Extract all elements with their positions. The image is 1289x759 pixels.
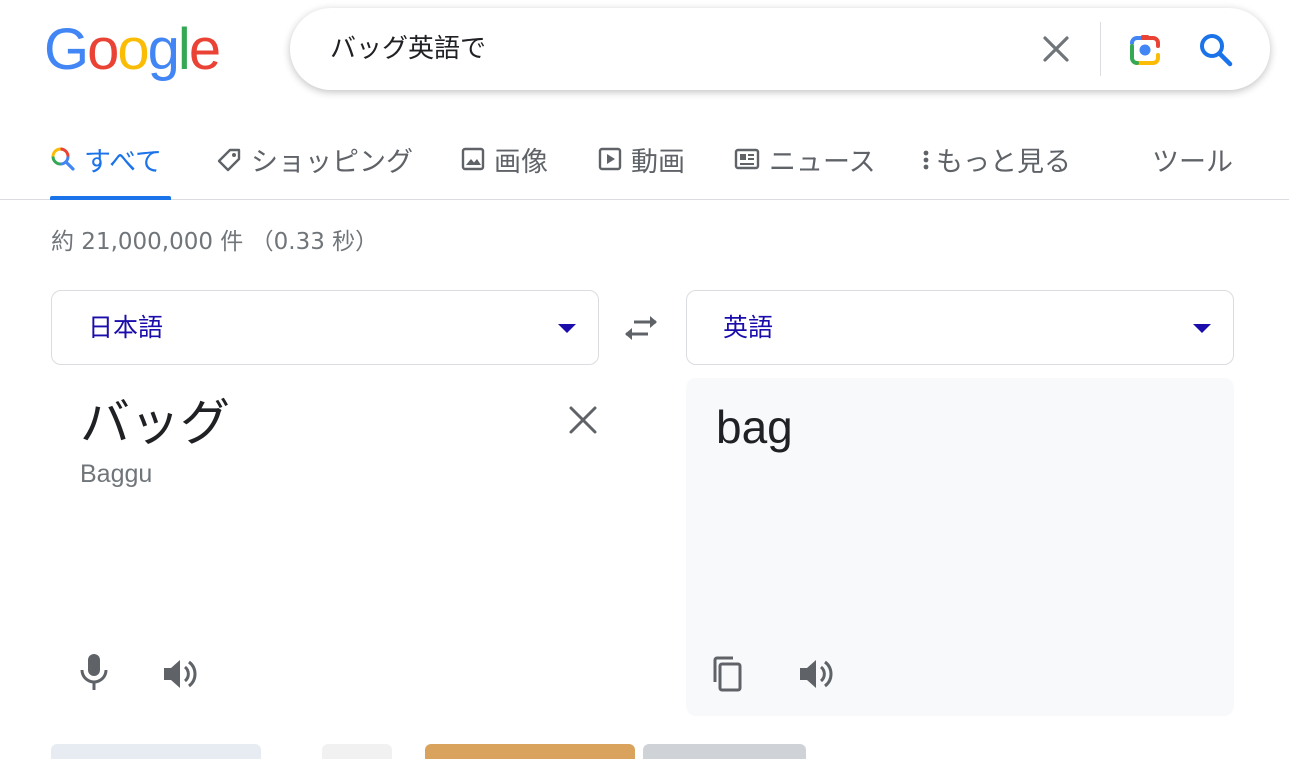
source-transliteration: Baggu (80, 460, 153, 488)
clear-search-button[interactable] (1036, 29, 1076, 69)
result-stats: 約 21,000,000 件 （0.33 秒） (51, 229, 379, 255)
close-icon (1043, 36, 1069, 62)
play-icon (598, 147, 622, 171)
logo-letter: G (44, 17, 89, 82)
logo-letter: l (177, 17, 191, 82)
image-icon (461, 147, 485, 171)
tab-shopping[interactable]: ショッピング (215, 130, 413, 200)
image-thumbnail[interactable] (322, 744, 392, 759)
speaker-icon (800, 660, 833, 688)
tab-label: 画像 (494, 147, 548, 178)
translation-text: bag (716, 401, 793, 453)
search-multicolor-icon (51, 147, 75, 171)
tab-label: 動画 (631, 147, 685, 178)
translation-output-panel: bag (686, 378, 1234, 716)
listen-source-button[interactable] (158, 652, 202, 696)
search-input[interactable]: バッグ英語で (330, 8, 486, 90)
copy-translation-button[interactable] (706, 652, 750, 696)
listen-translation-button[interactable] (794, 652, 838, 696)
tab-all[interactable]: すべて (50, 130, 162, 200)
tab-images[interactable]: 画像 (460, 130, 548, 200)
camera-lens-icon (1130, 35, 1160, 65)
search-button[interactable] (1196, 30, 1236, 70)
target-language-label: 英語 (723, 313, 774, 342)
logo-letter: o (87, 17, 119, 82)
tab-label: ショッピング (251, 147, 413, 178)
source-language-select[interactable]: 日本語 (51, 290, 599, 365)
search-icon (1200, 34, 1233, 67)
more-vert-icon (923, 150, 929, 170)
copy-icon (713, 656, 742, 692)
image-thumbnail[interactable] (425, 744, 635, 759)
tab-label: もっと見る (936, 147, 1071, 178)
tag-icon (217, 148, 241, 172)
tab-more[interactable]: もっと見る (920, 130, 1071, 200)
source-text-input[interactable]: バッグ (80, 390, 230, 456)
dropdown-arrow-icon (1193, 324, 1211, 333)
voice-input-button[interactable] (72, 650, 116, 694)
clear-source-button[interactable] (563, 400, 603, 440)
tab-videos[interactable]: 動画 (597, 130, 685, 200)
logo-letter: g (147, 17, 180, 82)
swap-arrows-icon (625, 316, 657, 340)
tools-label: ツール (1152, 147, 1233, 178)
tab-news[interactable]: ニュース (733, 130, 876, 200)
tab-label: すべて (84, 147, 163, 178)
speaker-icon (164, 660, 197, 688)
microphone-icon (80, 654, 108, 690)
google-logo[interactable]: Google (44, 17, 221, 82)
close-icon (569, 406, 597, 434)
tools-button[interactable]: ツール (1152, 130, 1233, 200)
swap-languages-button[interactable] (620, 308, 662, 348)
source-language-label: 日本語 (88, 313, 164, 342)
newspaper-icon (734, 148, 760, 170)
dropdown-arrow-icon (558, 324, 576, 333)
logo-letter: e (188, 17, 221, 82)
search-box[interactable]: バッグ英語で (290, 8, 1270, 90)
search-divider (1100, 22, 1101, 76)
image-thumbnail[interactable] (643, 744, 806, 759)
search-tabs: すべて ショッピング 画像 動画 ニュース もっと見る ツール (0, 130, 1289, 200)
active-tab-indicator (50, 196, 171, 200)
tab-label: ニュース (769, 147, 876, 178)
image-thumbnail[interactable] (51, 744, 261, 759)
logo-letter: o (117, 17, 149, 82)
google-lens-button[interactable] (1124, 29, 1166, 71)
target-language-select[interactable]: 英語 (686, 290, 1234, 365)
